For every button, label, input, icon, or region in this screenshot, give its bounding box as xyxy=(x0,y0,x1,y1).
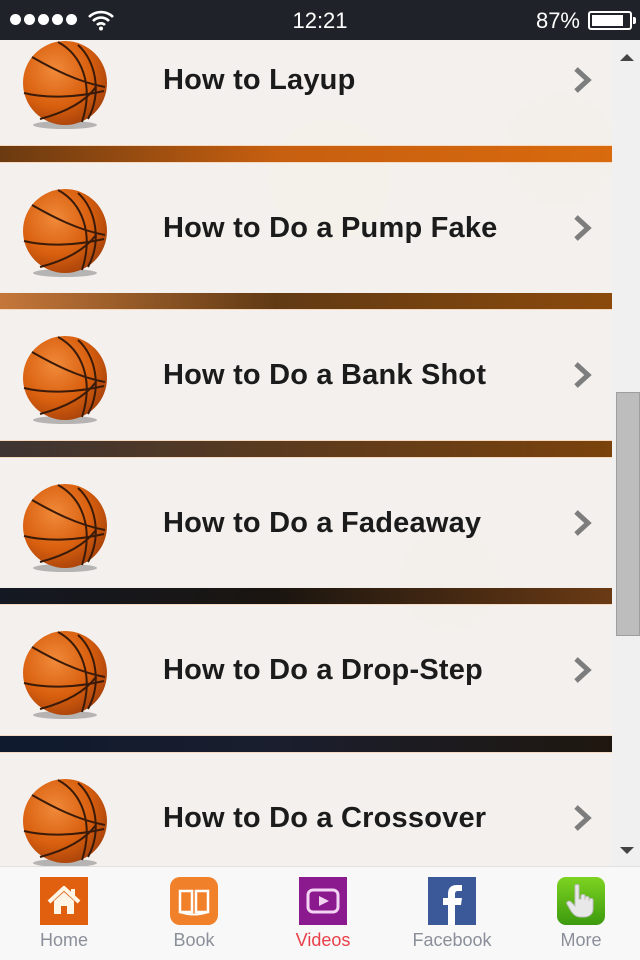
tab-home[interactable]: Home xyxy=(9,877,119,951)
scroll-up-arrow-icon[interactable] xyxy=(620,54,634,61)
separator-bar xyxy=(0,735,612,753)
topic-list: How to Layup How to Do a Pump Fake How t… xyxy=(0,40,612,866)
video-icon xyxy=(299,877,347,925)
chevron-right-icon xyxy=(572,509,592,537)
book-icon xyxy=(170,877,218,925)
list-item-label: How to Layup xyxy=(163,63,356,96)
basketball-icon xyxy=(18,40,112,131)
tab-label: Home xyxy=(39,930,88,950)
tab-book[interactable]: Book xyxy=(139,877,249,951)
separator-bar xyxy=(0,145,612,163)
separator-bar xyxy=(0,587,612,605)
chevron-right-icon xyxy=(572,656,592,684)
status-bar: 12:21 87% xyxy=(0,0,640,40)
list-item[interactable]: How to Do a Drop-Step xyxy=(0,605,612,735)
list-item-label: How to Do a Pump Fake xyxy=(163,211,498,244)
tab-label: More xyxy=(560,930,602,950)
tab-more[interactable]: More xyxy=(526,877,636,951)
list-item-label: How to Do a Fadeaway xyxy=(163,506,482,539)
chevron-right-icon xyxy=(572,361,592,389)
hand-pointer-icon xyxy=(557,877,605,925)
tab-label: Book xyxy=(173,930,215,950)
battery-icon xyxy=(588,11,636,30)
list-item[interactable]: How to Do a Pump Fake xyxy=(0,163,612,293)
basketball-icon xyxy=(18,332,112,426)
scrollbar[interactable] xyxy=(612,40,640,866)
list-item[interactable]: How to Do a Fadeaway xyxy=(0,458,612,588)
facebook-icon xyxy=(428,877,476,925)
tab-label: Videos xyxy=(295,930,351,950)
tab-bar: Home Book Videos Facebook More xyxy=(0,866,640,960)
basketball-icon xyxy=(18,775,112,866)
home-icon xyxy=(40,877,88,925)
tab-facebook[interactable]: Facebook xyxy=(397,877,507,951)
list-item[interactable]: How to Do a Bank Shot xyxy=(0,310,612,440)
scrollbar-thumb[interactable] xyxy=(616,392,640,636)
battery-percentage: 87% xyxy=(535,8,580,33)
list-item-label: How to Do a Crossover xyxy=(163,801,487,834)
scroll-down-arrow-icon[interactable] xyxy=(620,847,634,854)
list-item[interactable]: How to Layup xyxy=(0,40,612,145)
chevron-right-icon xyxy=(572,66,592,94)
tab-label: Facebook xyxy=(412,930,492,950)
list-item-label: How to Do a Drop-Step xyxy=(163,653,483,686)
basketball-icon xyxy=(18,480,112,574)
separator-bar xyxy=(0,440,612,458)
chevron-right-icon xyxy=(572,804,592,832)
list-item[interactable]: How to Do a Crossover xyxy=(0,753,612,866)
basketball-icon xyxy=(18,185,112,279)
basketball-icon xyxy=(18,627,112,721)
chevron-right-icon xyxy=(572,214,592,242)
separator-bar xyxy=(0,292,612,310)
tab-videos[interactable]: Videos xyxy=(268,877,378,951)
list-item-label: How to Do a Bank Shot xyxy=(163,358,487,391)
